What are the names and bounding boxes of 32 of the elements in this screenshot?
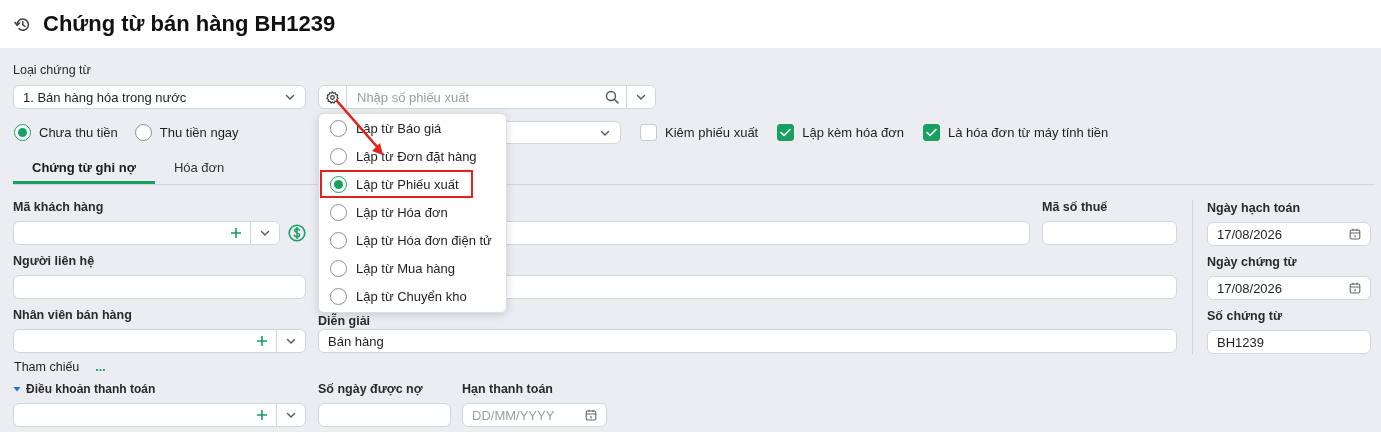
option-label: Là hóa đơn từ máy tính tiền: [948, 125, 1109, 140]
date-field[interactable]: 17/08/2026: [1207, 222, 1371, 246]
option-label: Chưa thu tiền: [39, 125, 118, 140]
field-label: Ngày chứng từ: [1207, 254, 1298, 270]
option-label: Lập kèm hóa đơn: [802, 125, 904, 140]
field-label: Nhân viên bán hàng: [13, 307, 133, 323]
menu-item[interactable]: Lập từ Chuyển kho: [320, 282, 481, 310]
option-label: Thu tiền ngay: [159, 125, 239, 140]
menu-item[interactable]: Lập từ Đơn đặt hàng: [320, 142, 491, 170]
field-label: Số chứng từ: [1207, 308, 1284, 324]
field-label: Hạn thanh toán: [462, 381, 554, 397]
field-label: Số ngày được nợ: [318, 381, 424, 397]
date-field[interactable]: 17/08/2026: [1207, 276, 1371, 300]
highlighted-menu-item[interactable]: Lập từ Phiếu xuất: [320, 170, 473, 198]
tab[interactable]: Hóa đơn: [154, 151, 244, 184]
menu-item[interactable]: Lập từ Hóa đơn: [320, 198, 462, 226]
menu-item[interactable]: Lập từ Mua hàng: [320, 254, 470, 282]
input-field[interactable]: BH1239: [1207, 330, 1371, 354]
section-label: Tham chiếu: [13, 360, 80, 374]
field-label: Mã khách hàng: [13, 199, 105, 215]
field-label: Loại chứng từ: [13, 62, 92, 78]
menu-item[interactable]: Lập từ Hóa đơn điện tử: [320, 226, 506, 254]
field-label: Diễn giải: [318, 313, 372, 329]
input-field[interactable]: Bán hàng: [318, 329, 1177, 353]
page-title: Chứng từ bán hàng BH1239: [43, 11, 336, 37]
field-label: Mã số thuế: [1042, 199, 1109, 215]
field-label: Điều khoản thanh toán: [26, 381, 156, 397]
tab[interactable]: Chứng từ ghi nợ: [13, 151, 155, 184]
field-label: Ngày hạch toán: [1207, 200, 1302, 216]
option-label: Kiêm phiếu xuất: [665, 125, 759, 140]
select-field[interactable]: 1. Bán hàng hóa trong nước: [13, 85, 306, 109]
field-label: Người liên hệ: [13, 253, 96, 269]
